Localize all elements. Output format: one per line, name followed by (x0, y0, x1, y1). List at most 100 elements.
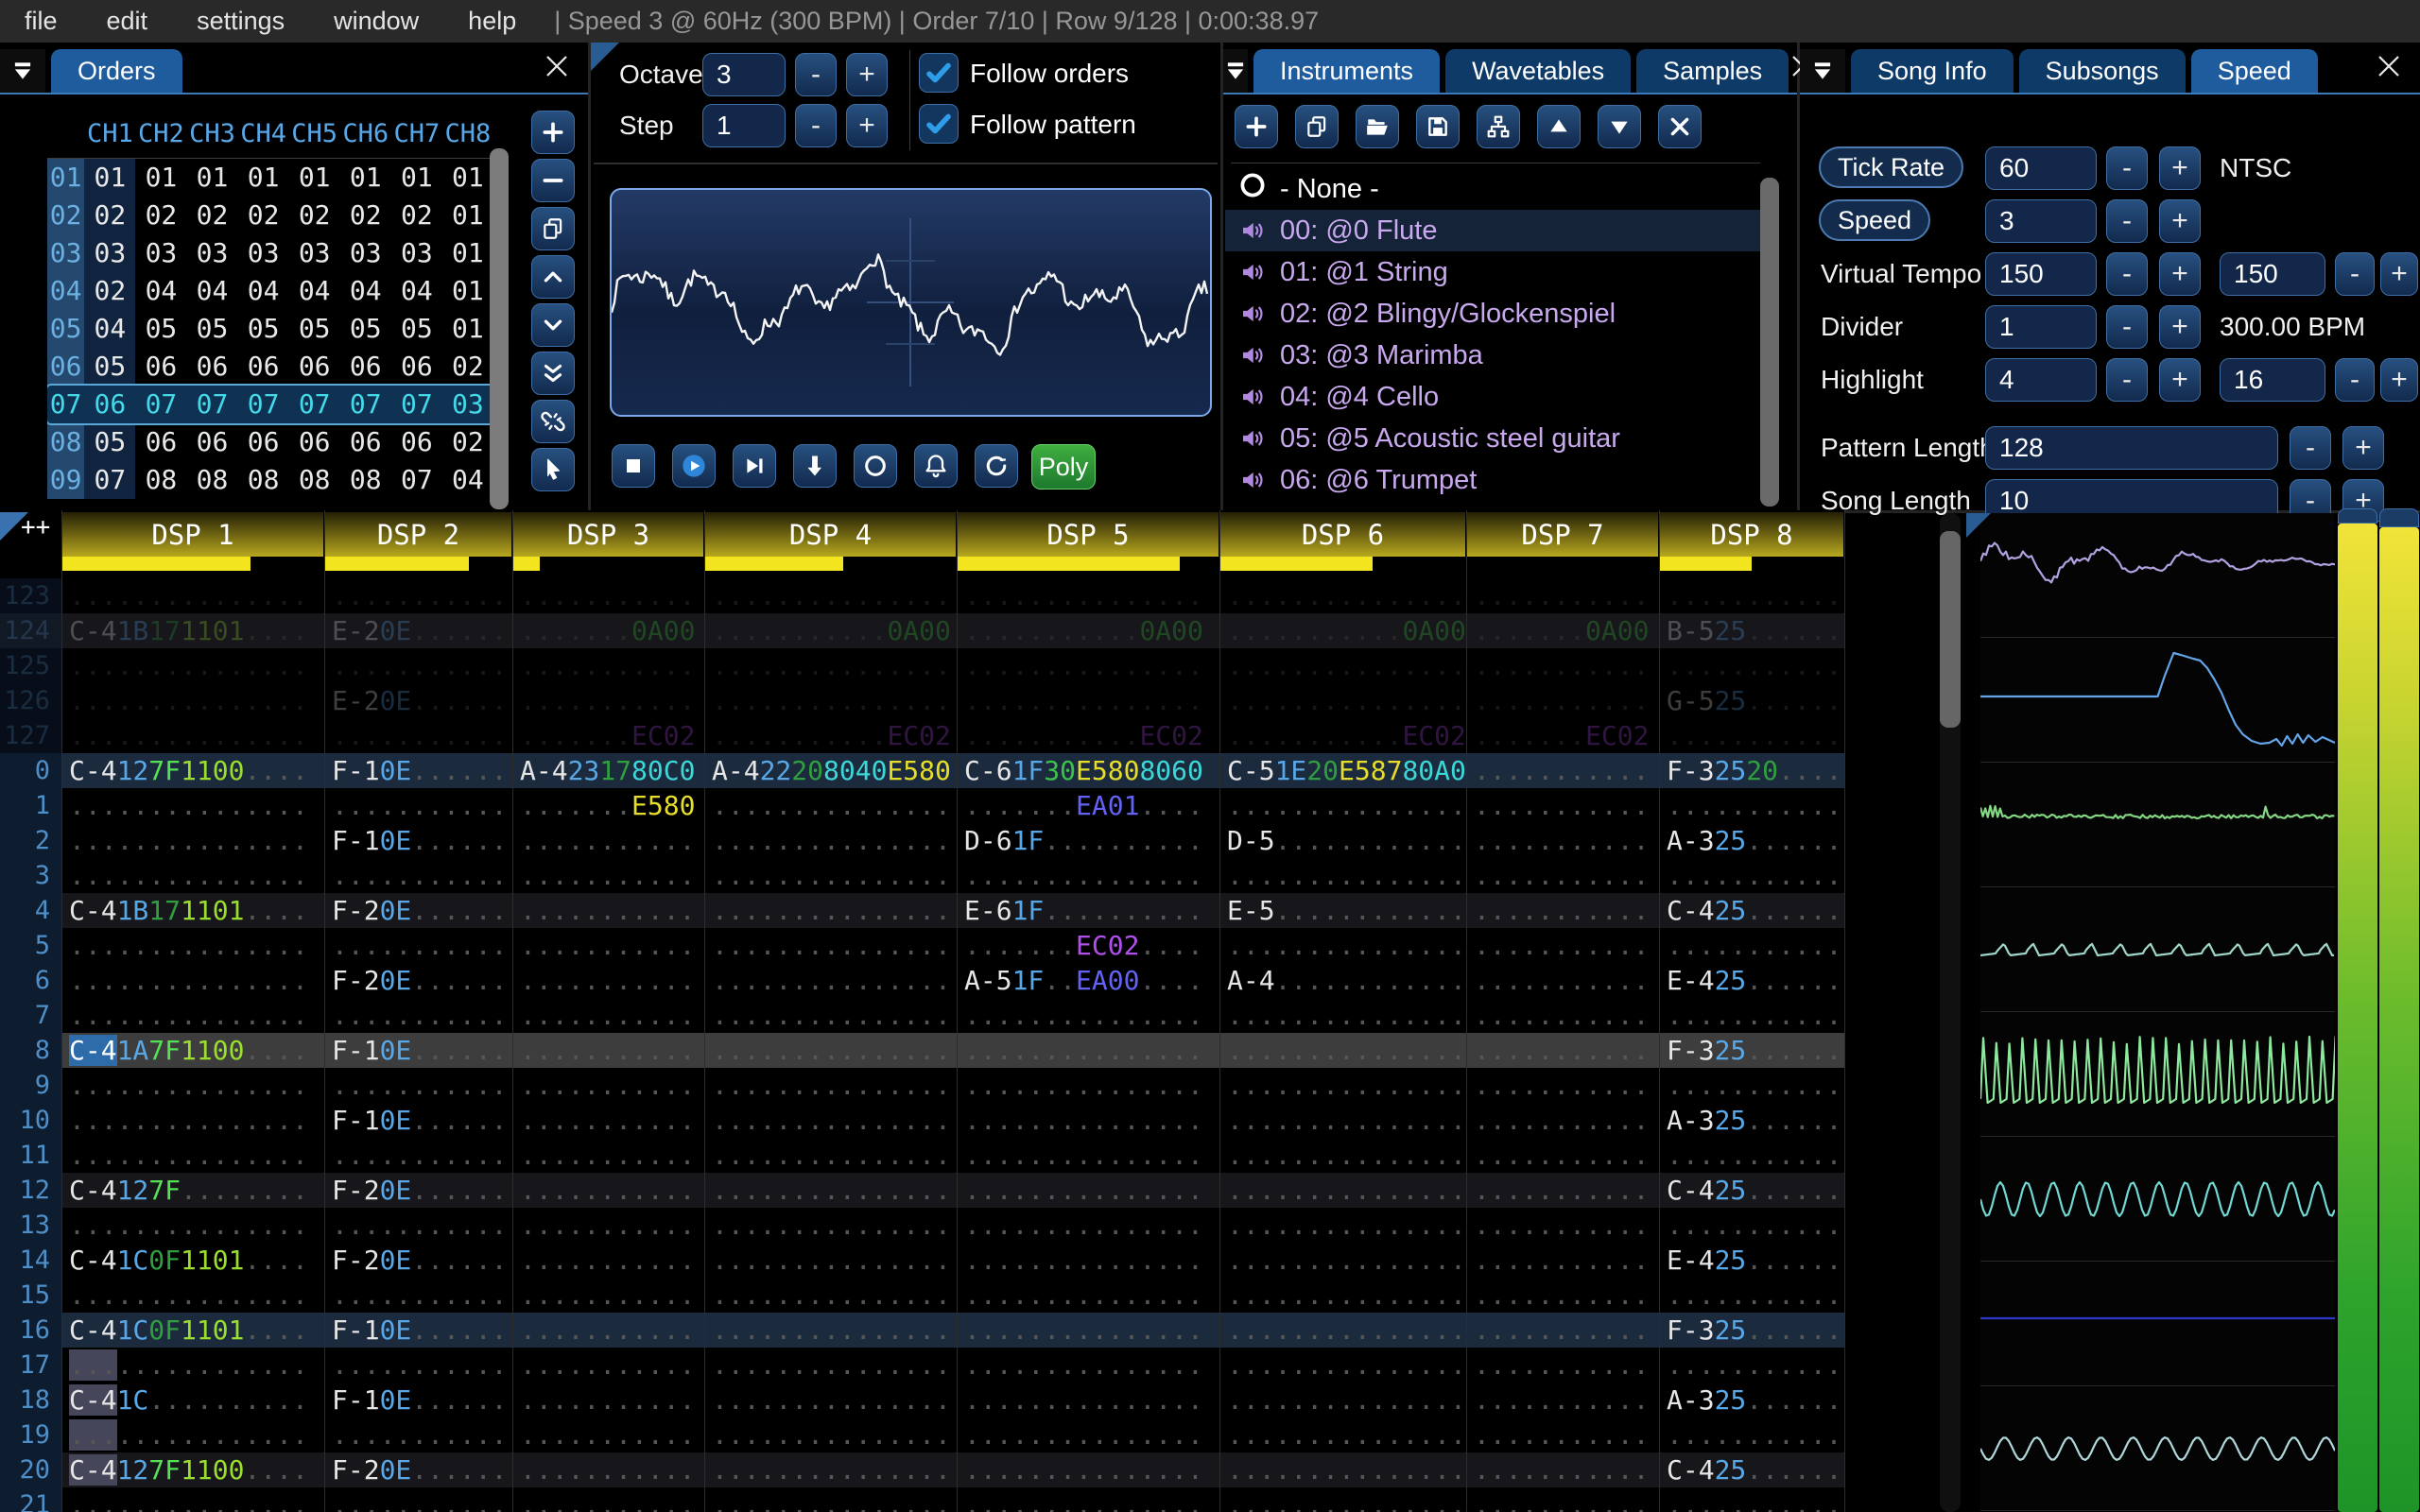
highlight-decrease-button[interactable]: - (2106, 358, 2148, 402)
pattern-cell[interactable]: ............... (957, 1208, 1219, 1243)
pattern-row[interactable]: 2............... F-10E...................… (0, 823, 1844, 858)
pattern-cell[interactable]: C-51E20E58780A0 (1219, 753, 1466, 788)
step-increase-button[interactable]: + (846, 104, 888, 147)
highlight-increase-button[interactable]: + (2159, 358, 2201, 402)
instrument-item[interactable]: 04: @4 Cello (1225, 376, 1760, 418)
pattern-row[interactable]: 8 C-41A7F1100.... F-10E...................… (0, 1033, 1844, 1068)
channel-header[interactable]: DSP 5 (958, 512, 1219, 571)
instrument-item[interactable]: 00: @0 Flute (1225, 210, 1760, 251)
tab-subsongs[interactable]: Subsongs (2018, 49, 2186, 93)
pattern-cell[interactable]: ............... (61, 1487, 324, 1512)
pattern-cell[interactable]: ........... (324, 788, 512, 823)
pattern-cell[interactable]: ........... (1466, 928, 1659, 963)
pattern-cell[interactable]: ............... (1219, 578, 1466, 613)
pattern-cell[interactable]: ........... (324, 928, 512, 963)
pattern-cell[interactable]: ............... (957, 1418, 1219, 1452)
pattern-cell[interactable]: A-325...... (1659, 823, 1844, 858)
pattern-cell[interactable]: C-41B171101.... (61, 613, 324, 648)
pattern-cell[interactable]: ............... (704, 1068, 957, 1103)
tick-rate-increase-button[interactable]: + (2159, 146, 2201, 190)
instrument-none[interactable]: - None - (1225, 168, 1760, 210)
pattern-cell[interactable]: ............... (957, 578, 1219, 613)
orders-grid[interactable]: CH1 CH2 CH3 CH4 CH5 CH6 CH7 CH8 01 01 01 01 01 01 01 01… (47, 109, 493, 506)
pattern-cell[interactable]: E-20E...... (324, 613, 512, 648)
pattern-cell[interactable]: ........... (1659, 1068, 1844, 1103)
tick-rate-decrease-button[interactable]: - (2106, 146, 2148, 190)
pattern-cell[interactable]: ............... (704, 1208, 957, 1243)
pattern-cell[interactable]: ........... (512, 1033, 704, 1068)
pattern-cell[interactable]: ............... (1219, 683, 1466, 718)
pattern-cell[interactable]: F-20E...... (324, 1243, 512, 1278)
menu-edit[interactable]: edit (82, 7, 173, 36)
pattern-length-input[interactable]: 128 (1985, 426, 2278, 470)
pattern-cell[interactable]: F-10E...... (324, 1383, 512, 1418)
pattern-cell[interactable]: ........... (1659, 648, 1844, 683)
pattern-cell[interactable]: ............... (61, 928, 324, 963)
pattern-cell[interactable]: ............... (704, 963, 957, 998)
highlight-increase-button-2[interactable]: + (2380, 358, 2418, 402)
orders-row[interactable]: 07 06 07 07 07 07 07 07 03 (47, 384, 493, 425)
pattern-cell[interactable]: ............... (957, 1138, 1219, 1173)
dropdown-icon[interactable] (1223, 49, 1248, 93)
pattern-cell[interactable]: ............... (704, 998, 957, 1033)
menu-help[interactable]: help (443, 7, 541, 36)
pattern-cell[interactable]: ........... (512, 858, 704, 893)
pattern-cell[interactable]: ............... (61, 1278, 324, 1313)
pattern-cell[interactable]: ............... (61, 648, 324, 683)
pattern-cell[interactable]: ............... (61, 683, 324, 718)
follow-pattern-checkbox[interactable] (919, 104, 959, 144)
pattern-cell[interactable]: C-41C.......... (61, 1383, 324, 1418)
pattern-cell[interactable]: ............... (1219, 1418, 1466, 1452)
orders-row[interactable]: 08 05 06 06 06 06 06 06 02 (47, 423, 493, 461)
pattern-cell[interactable]: ........... (1466, 858, 1659, 893)
pattern-cell[interactable]: ........... (512, 578, 704, 613)
pattern-cell[interactable]: ............... (704, 1383, 957, 1418)
instrument-item[interactable]: 01: @1 String (1225, 251, 1760, 293)
pattern-row[interactable]: 4 C-41B171101.... F-20E...................… (0, 893, 1844, 928)
pattern-cell[interactable]: F-10E...... (324, 823, 512, 858)
pattern-cell[interactable]: ............... (1219, 1278, 1466, 1313)
tab-speed[interactable]: Speed (2190, 49, 2318, 93)
pattern-cell[interactable]: .......E580 (512, 788, 704, 823)
pattern-cell[interactable]: ........... (512, 1418, 704, 1452)
pattern-cell[interactable]: E-20E...... (324, 683, 512, 718)
channel-header[interactable]: DSP 6 (1220, 512, 1465, 571)
pattern-cell[interactable]: ........... (1659, 1348, 1844, 1383)
pattern-cell[interactable]: .......EC02 (512, 718, 704, 753)
pattern-cell[interactable]: ............... (1219, 1243, 1466, 1278)
pattern-cell[interactable]: .......EC02.... (957, 928, 1219, 963)
pattern-cell[interactable]: ............... (704, 1418, 957, 1452)
orders-chevron-up-button[interactable] (531, 255, 575, 299)
pattern-row[interactable]: 20 C-4127F1100.... F-20E..................… (0, 1452, 1844, 1487)
pattern-cell[interactable]: C-61F30E5808060 (957, 753, 1219, 788)
pattern-cell[interactable]: ........... (1466, 823, 1659, 858)
pattern-cell[interactable]: E-425...... (1659, 963, 1844, 998)
pattern-cell[interactable]: ............... (1219, 998, 1466, 1033)
pattern-cell[interactable]: ............... (704, 1173, 957, 1208)
instrument-folder-button[interactable] (1356, 105, 1399, 148)
record-button[interactable] (854, 444, 897, 488)
pattern-cell[interactable]: .......0A00 (512, 613, 704, 648)
pattern-cell[interactable]: ........... (512, 683, 704, 718)
poly-button[interactable]: Poly (1031, 444, 1096, 490)
instrument-up-button[interactable] (1537, 105, 1581, 148)
channel-header[interactable]: DSP 4 (705, 512, 956, 571)
pattern-cell[interactable]: F-20E...... (324, 1173, 512, 1208)
pattern-cell[interactable]: ...........EC02 (1219, 718, 1466, 753)
step-down-button[interactable] (793, 444, 837, 488)
pattern-cell[interactable]: ........... (1466, 1278, 1659, 1313)
pattern-cell[interactable]: ........... (324, 1278, 512, 1313)
pattern-length-decrease-button[interactable]: - (2290, 426, 2331, 470)
pattern-row[interactable]: 14 C-41C0F1101.... F-20E..................… (0, 1243, 1844, 1278)
pattern-cell[interactable]: ........... (1659, 858, 1844, 893)
pattern-cell[interactable]: ........... (512, 928, 704, 963)
pattern-cell[interactable]: ........... (512, 1278, 704, 1313)
pattern-cell[interactable]: ............... (704, 648, 957, 683)
pattern-cell[interactable]: ............... (1219, 1208, 1466, 1243)
octave-input[interactable]: 3 (702, 53, 786, 96)
pattern-editor[interactable]: ++ DSP 1 DSP 2 DSP 3 DSP 4 DSP 5 DSP 6 D… (0, 510, 1844, 1512)
pattern-row[interactable]: 125.....................................… (0, 648, 1844, 683)
step-input[interactable]: 1 (702, 104, 786, 147)
pattern-cell[interactable]: A-325...... (1659, 1383, 1844, 1418)
pattern-cell[interactable]: ............... (957, 1173, 1219, 1208)
